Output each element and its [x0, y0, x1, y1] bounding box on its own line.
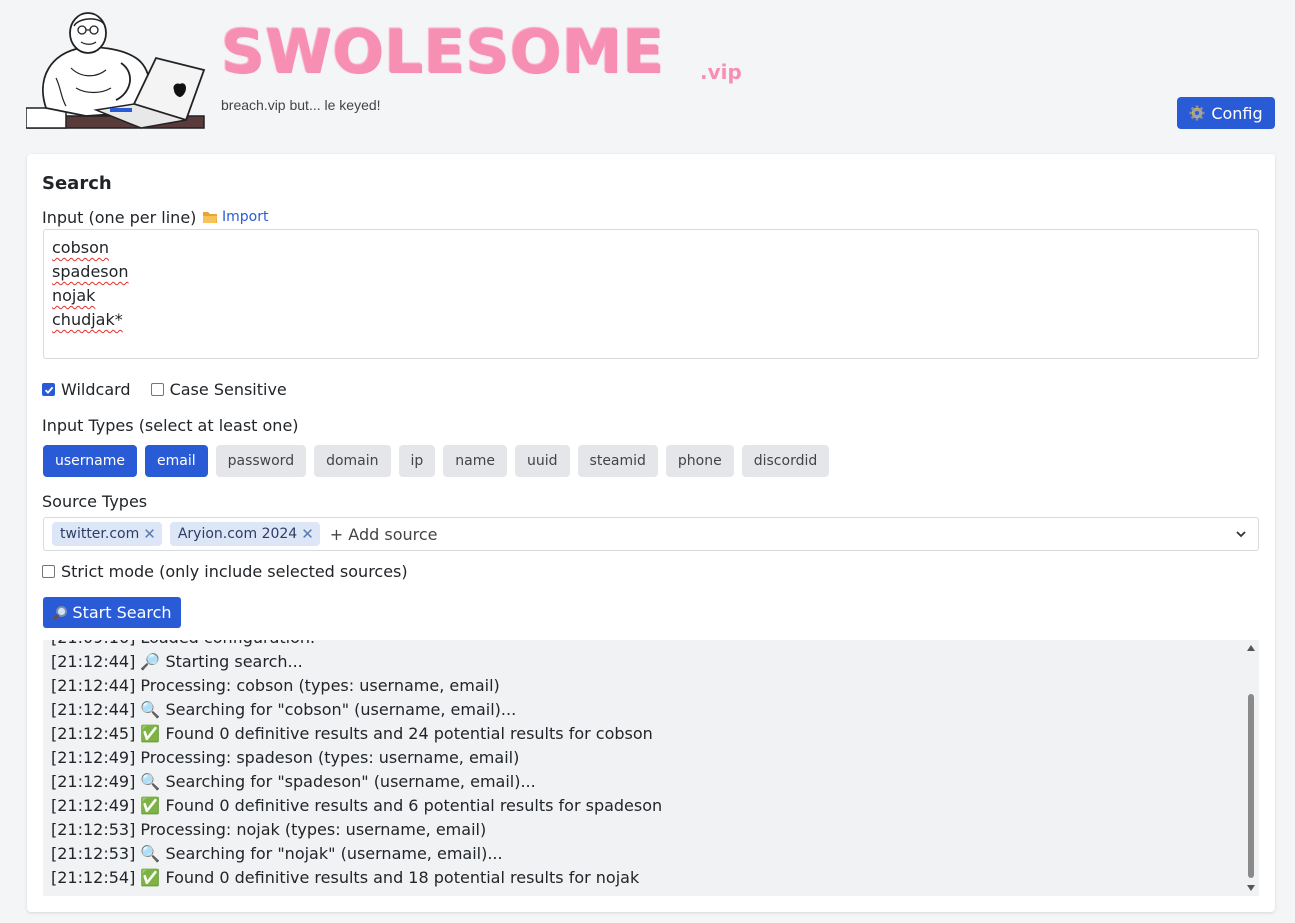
log-line: [21:12:49] 🔍 Searching for "spadeson" (u… — [51, 772, 536, 791]
search-card: Search Input (one per line) Import cobso… — [27, 154, 1275, 912]
log-line: [21:12:53] Processing: nojak (types: use… — [51, 820, 487, 839]
type-username-button[interactable]: username — [43, 445, 137, 477]
source-tag-label: twitter.com — [60, 526, 140, 542]
case-sensitive-checkbox[interactable] — [150, 383, 164, 396]
wildcard-label: Wildcard — [61, 380, 131, 399]
input-types-label: Input Types (select at least one) — [42, 416, 299, 435]
add-source-input[interactable]: + Add source — [330, 525, 438, 544]
brand-title: SWOLESOME — [221, 17, 665, 87]
log-line: [21:09:16] Loaded configuration. — [51, 640, 1239, 650]
log-line: [21:12:49] Processing: spadeson (types: … — [51, 748, 520, 767]
import-label: Import — [222, 209, 269, 225]
type-uuid-button[interactable]: uuid — [515, 445, 570, 477]
input-types-group: username email password domain ip name u… — [43, 445, 830, 477]
folder-icon — [202, 210, 218, 224]
card-title: Search — [42, 173, 112, 194]
log-line: [21:12:44] 🔍 Searching for "cobson" (use… — [51, 700, 517, 719]
type-ip-button[interactable]: ip — [398, 445, 436, 477]
wildcard-option: Wildcard Case Sensitive — [42, 380, 287, 399]
scroll-down-icon[interactable] — [1247, 885, 1255, 891]
source-tag: Aryion.com 2024 ✕ — [169, 522, 320, 546]
scroll-thumb[interactable] — [1248, 694, 1254, 878]
config-button[interactable]: Config — [1177, 97, 1275, 129]
log-line: [21:12:44] 🔎 Starting search... — [51, 652, 303, 671]
magnifier-icon — [52, 605, 68, 621]
brand-suffix: .vip — [700, 60, 742, 84]
type-domain-button[interactable]: domain — [314, 445, 391, 477]
log-scrollbar[interactable] — [1243, 640, 1259, 896]
wildcard-checkbox[interactable] — [42, 383, 55, 396]
log-line: [21:12:54] ✅ Found 0 definitive results … — [51, 868, 640, 887]
mascot-logo — [26, 12, 206, 129]
source-select[interactable]: twitter.com ✕ Aryion.com 2024 ✕ + Add so… — [43, 517, 1259, 551]
gear-icon — [1189, 105, 1205, 121]
log-line: [21:12:45] ✅ Found 0 definitive results … — [51, 724, 653, 743]
tagline: breach.vip but... le keyed! — [221, 97, 381, 113]
import-link[interactable]: Import — [202, 209, 268, 225]
source-types-label: Source Types — [42, 492, 148, 511]
type-name-button[interactable]: name — [443, 445, 507, 477]
config-label: Config — [1211, 103, 1263, 123]
input-line: chudjak* — [52, 310, 123, 329]
type-phone-button[interactable]: phone — [665, 445, 734, 477]
log-panel[interactable]: [21:09:16] Loaded configuration. [21:12:… — [43, 640, 1259, 896]
start-search-button[interactable]: Start Search — [43, 597, 181, 628]
type-password-button[interactable]: password — [215, 445, 307, 477]
strict-mode-label: Strict mode (only include selected sourc… — [61, 562, 408, 581]
start-search-label: Start Search — [72, 603, 172, 622]
scroll-up-icon[interactable] — [1247, 645, 1255, 651]
type-discordid-button[interactable]: discordid — [741, 445, 830, 477]
strict-mode-checkbox[interactable] — [42, 565, 55, 578]
header: SWOLESOME .vip breach.vip but... le keye… — [0, 0, 1295, 140]
source-tag-label: Aryion.com 2024 — [177, 526, 298, 542]
remove-tag-icon[interactable]: ✕ — [301, 525, 314, 543]
log-line: [21:12:44] Processing: cobson (types: us… — [51, 676, 500, 695]
input-line: spadeson — [52, 262, 129, 281]
chevron-down-icon[interactable] — [1234, 527, 1248, 541]
type-steamid-button[interactable]: steamid — [577, 445, 658, 477]
log-line: [21:12:53] 🔍 Searching for "nojak" (user… — [51, 844, 503, 863]
strict-mode-option: Strict mode (only include selected sourc… — [42, 562, 408, 581]
input-label: Input (one per line) — [42, 208, 197, 227]
case-sensitive-label: Case Sensitive — [169, 380, 287, 399]
log-line: [21:12:49] ✅ Found 0 definitive results … — [51, 796, 663, 815]
input-line: cobson — [52, 238, 110, 257]
type-email-button[interactable]: email — [145, 445, 208, 477]
search-input-textarea[interactable]: cobson spadeson nojak chudjak* — [43, 229, 1259, 359]
input-line: nojak — [52, 286, 96, 305]
source-tag: twitter.com ✕ — [52, 522, 162, 546]
remove-tag-icon[interactable]: ✕ — [143, 525, 156, 543]
